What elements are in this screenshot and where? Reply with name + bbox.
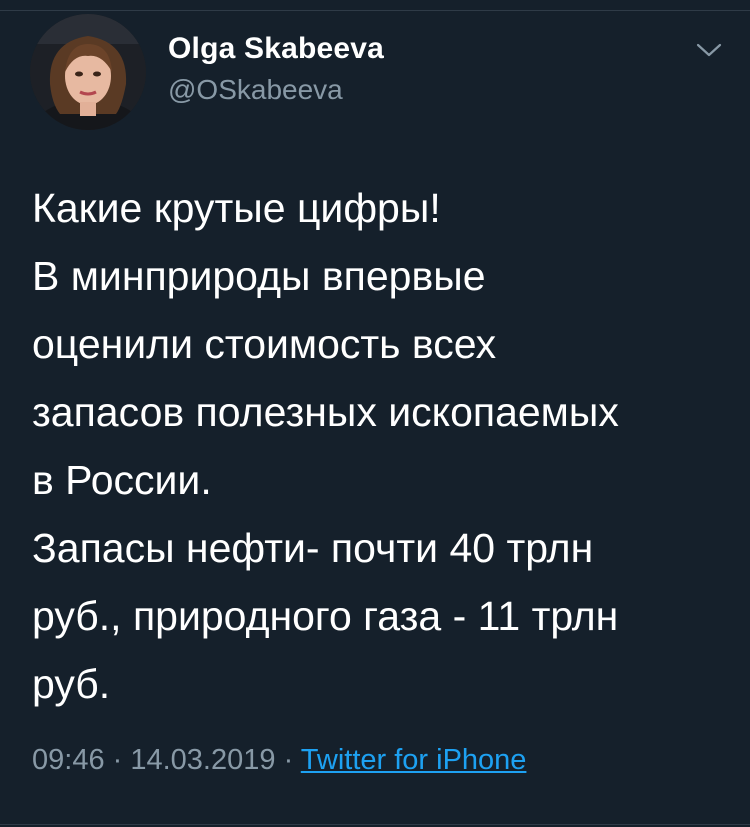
author-handle[interactable]: @OSkabeeva [168,74,343,106]
meta-separator: · [275,744,301,776]
bottom-divider [0,824,750,825]
tweet-text-line: запасов полезных ископаемых [32,389,619,435]
author-name[interactable]: Olga Skabeeva [168,32,384,66]
tweet-text-line: руб. [32,661,111,707]
top-divider [0,10,750,11]
tweet-text-line: Запасы нефти- почти 40 трлн [32,525,594,571]
tweet-time: 09:46 [32,744,105,776]
tweet-detail: Olga Skabeeva @OSkabeeva Какие крутые ци… [0,0,750,827]
tweet-text-line: оценили стоимость всех [32,321,497,367]
avatar-image [30,14,146,130]
tweet-source-link[interactable]: Twitter for iPhone [301,744,527,776]
avatar[interactable] [30,14,146,130]
tweet-text-line: Какие крутые цифры! [32,185,441,231]
tweet-text-line: в России. [32,457,212,503]
chevron-down-icon[interactable] [694,40,724,60]
tweet-date: 14.03.2019 [130,744,276,776]
tweet-meta: 09:46 · 14.03.2019 · Twitter for iPhone [32,744,526,777]
meta-separator: · [104,744,131,776]
tweet-text-line: руб., природного газа - 11 трлн [32,593,619,639]
tweet-text-line: В минприроды впервые [32,253,486,299]
tweet-text: Какие крутые цифры! В минприроды впервые… [32,174,722,718]
